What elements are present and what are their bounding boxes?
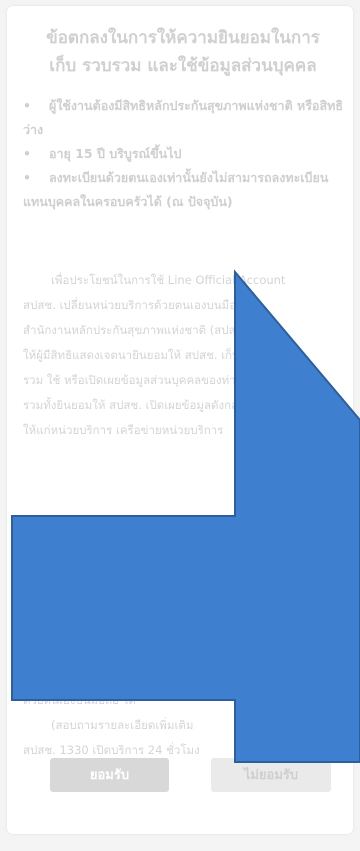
reject-button[interactable]: ไม่ยอมรับ bbox=[211, 758, 331, 792]
bullet-text: ลงทะเบียนด้วยตนเองเท่านั้นยังไม่สามารถลง… bbox=[23, 170, 329, 209]
list-item: • ลงทะเบียนด้วยตนเองเท่านั้นยังไม่สามารถล… bbox=[23, 166, 348, 214]
consent-body: เพื่อประโยชน์ในการใช้ Line Official Acco… bbox=[23, 268, 348, 443]
accept-button[interactable]: ยอมรับ bbox=[50, 758, 169, 792]
body-line: ให้ผู้มีสิทธิแสดงเจตนายินยอมให้ สปสช. เก… bbox=[23, 348, 264, 362]
tail-line: (สอบถามรายละเอียดเพิ่มเติม bbox=[51, 718, 194, 732]
body-line: รวมทั้งยินยอมให้ สปสช. เปิดเผยข้อมูลดังก… bbox=[23, 398, 252, 412]
bullet-dot: • bbox=[23, 98, 31, 113]
consent-title: ข้อตกลงในการให้ความยินยอมในการ เก็บ รวบร… bbox=[23, 24, 343, 80]
bullet-text: อายุ 15 ปี บริบูรณ์ขึ้นไป bbox=[49, 146, 182, 161]
bullet-dot: • bbox=[23, 170, 31, 185]
requirements-list: • ผู้ใช้งานต้องมีสิทธิหลักประกันสุขภาพแห่… bbox=[23, 94, 348, 214]
consent-card: ข้อตกลงในการให้ความยินยอมในการ เก็บ รวบร… bbox=[7, 6, 353, 834]
body-line: สปสช. เปลี่ยนหน่วยบริการด้วยตนเองบนมือถื… bbox=[23, 298, 251, 312]
title-line-2: เก็บ รวบรวม และใช้ข้อมูลส่วนบุคคล bbox=[49, 56, 317, 76]
bullet-text: ผู้ใช้งานต้องมีสิทธิหลักประกันสุขภาพแห่ง… bbox=[23, 98, 343, 137]
body-line: สำนักงานหลักประกันสุขภาพแห่งชาติ (สปสช.)… bbox=[23, 323, 270, 337]
body-line: ให้แก่หน่วยบริการ เครือข่ายหน่วยบริการ bbox=[23, 423, 224, 437]
body-line: เพื่อประโยชน์ในการใช้ Line Official Acco… bbox=[51, 273, 286, 287]
consent-footer-text: ด้วยตนเองบนมือถือ ได้ (สอบถามรายละเอียดเ… bbox=[23, 688, 348, 763]
bullet-dot: • bbox=[23, 146, 31, 161]
body-line: รวม ใช้ หรือเปิดเผยข้อมูลส่วนบุคคลของท่า… bbox=[23, 373, 244, 387]
list-item: • ผู้ใช้งานต้องมีสิทธิหลักประกันสุขภาพแห่… bbox=[23, 94, 348, 142]
list-item: • อายุ 15 ปี บริบูรณ์ขึ้นไป bbox=[23, 142, 348, 166]
tail-line: ด้วยตนเองบนมือถือ ได้ bbox=[23, 693, 136, 707]
title-line-1: ข้อตกลงในการให้ความยินยอมในการ bbox=[46, 28, 320, 48]
